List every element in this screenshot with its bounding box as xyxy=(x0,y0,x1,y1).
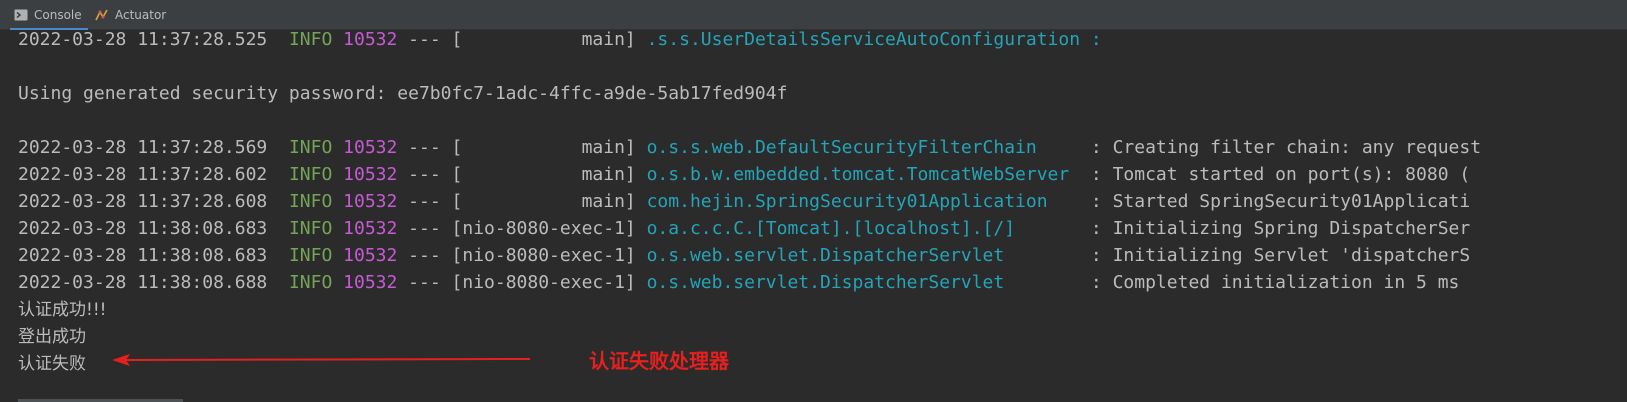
log-level: INFO xyxy=(288,30,333,50)
log-line: 2022-03-28 11:38:08.688 INFO 10532 --- [… xyxy=(18,269,1481,296)
log-logger: com.hejin.SpringSecurity01Application xyxy=(646,191,1081,212)
log-line: 2022-03-28 11:37:28.602 INFO 10532 --- [… xyxy=(18,161,1481,188)
output-line: 认证成功!!! xyxy=(18,296,1481,323)
log-thread: --- [ main] xyxy=(408,137,636,158)
log-level: INFO xyxy=(288,245,333,266)
log-message: : Initializing Servlet 'dispatcherS xyxy=(1080,245,1471,266)
log-date: 2022-03-28 11:37:28.525 xyxy=(18,30,268,50)
log-pid: 10532 xyxy=(343,218,398,239)
log-logger: o.s.web.servlet.DispatcherServlet xyxy=(646,245,1081,266)
annotation-arrow-icon xyxy=(112,354,530,366)
log-thread: --- [ main] xyxy=(408,191,636,212)
log-message: : Creating filter chain: any request xyxy=(1080,137,1482,158)
log-date: 2022-03-28 11:37:28.602 xyxy=(18,164,268,185)
log-line: 2022-03-28 11:38:08.683 INFO 10532 --- [… xyxy=(18,215,1481,242)
log-thread: --- [nio-8080-exec-1] xyxy=(408,218,636,239)
password-line: Using generated security password: ee7b0… xyxy=(18,83,788,104)
log-pid: 10532 xyxy=(343,191,398,212)
log-date: 2022-03-28 11:37:28.569 xyxy=(18,137,268,158)
log-line: 2022-03-28 11:37:28.608 INFO 10532 --- [… xyxy=(18,188,1481,215)
annotation-label: 认证失败处理器 xyxy=(589,349,729,373)
log-thread: --- [ main] xyxy=(408,30,636,50)
tool-window-tab-bar: Console Actuator xyxy=(0,0,1627,30)
log-level: INFO xyxy=(288,218,333,239)
log-message: : Initializing Spring DispatcherSer xyxy=(1080,218,1471,239)
log-date: 2022-03-28 11:37:28.608 xyxy=(18,191,268,212)
output-auth-success: 认证成功!!! xyxy=(18,300,107,320)
log-message: : Completed initialization in 5 ms xyxy=(1080,272,1460,293)
log-logger: o.s.web.servlet.DispatcherServlet xyxy=(646,272,1081,293)
output-auth-failure: 认证失败 xyxy=(18,354,86,374)
log-thread: --- [nio-8080-exec-1] xyxy=(408,272,636,293)
log-pid: 10532 xyxy=(343,30,398,50)
log-level: INFO xyxy=(288,137,333,158)
log-date: 2022-03-28 11:38:08.683 xyxy=(18,218,268,239)
run-tool-window: Console Actuator 2022-03-28 11:37:28.525… xyxy=(0,0,1627,402)
log-level: INFO xyxy=(288,164,333,185)
log-pid: 10532 xyxy=(343,272,398,293)
log-thread: --- [ main] xyxy=(408,164,636,185)
log-pid: 10532 xyxy=(343,137,398,158)
tab-console[interactable]: Console xyxy=(10,0,88,30)
log-lines: 2022-03-28 11:37:28.525 INFO 10532 --- [… xyxy=(18,30,1481,377)
log-line: 2022-03-28 11:38:08.683 INFO 10532 --- [… xyxy=(18,242,1481,269)
log-pid: 10532 xyxy=(343,164,398,185)
log-logger: o.a.c.c.C.[Tomcat].[localhost].[/] xyxy=(646,218,1081,239)
log-line: 2022-03-28 11:37:28.569 INFO 10532 --- [… xyxy=(18,134,1481,161)
log-pid: 10532 xyxy=(343,245,398,266)
output-logout-success: 登出成功 xyxy=(18,327,86,347)
log-line-partial: 2022-03-28 11:37:28.525 INFO 10532 --- [… xyxy=(18,30,1481,53)
log-thread: --- [nio-8080-exec-1] xyxy=(408,245,636,266)
tab-actuator[interactable]: Actuator xyxy=(95,0,166,30)
log-logger: .s.s.UserDetailsServiceAutoConfiguration… xyxy=(646,30,1102,50)
log-message: : Tomcat started on port(s): 8080 ( xyxy=(1080,164,1471,185)
actuator-icon xyxy=(95,8,109,22)
console-icon xyxy=(14,8,28,22)
log-logger: o.s.b.w.embedded.tomcat.TomcatWebServer xyxy=(646,164,1081,185)
tab-console-label: Console xyxy=(34,8,82,22)
tab-actuator-label: Actuator xyxy=(115,8,167,22)
log-level: INFO xyxy=(288,191,333,212)
log-level: INFO xyxy=(288,272,333,293)
log-date: 2022-03-28 11:38:08.683 xyxy=(18,245,268,266)
log-message: : Started SpringSecurity01Applicati xyxy=(1080,191,1471,212)
log-date: 2022-03-28 11:38:08.688 xyxy=(18,272,268,293)
log-logger: o.s.s.web.DefaultSecurityFilterChain xyxy=(646,137,1081,158)
